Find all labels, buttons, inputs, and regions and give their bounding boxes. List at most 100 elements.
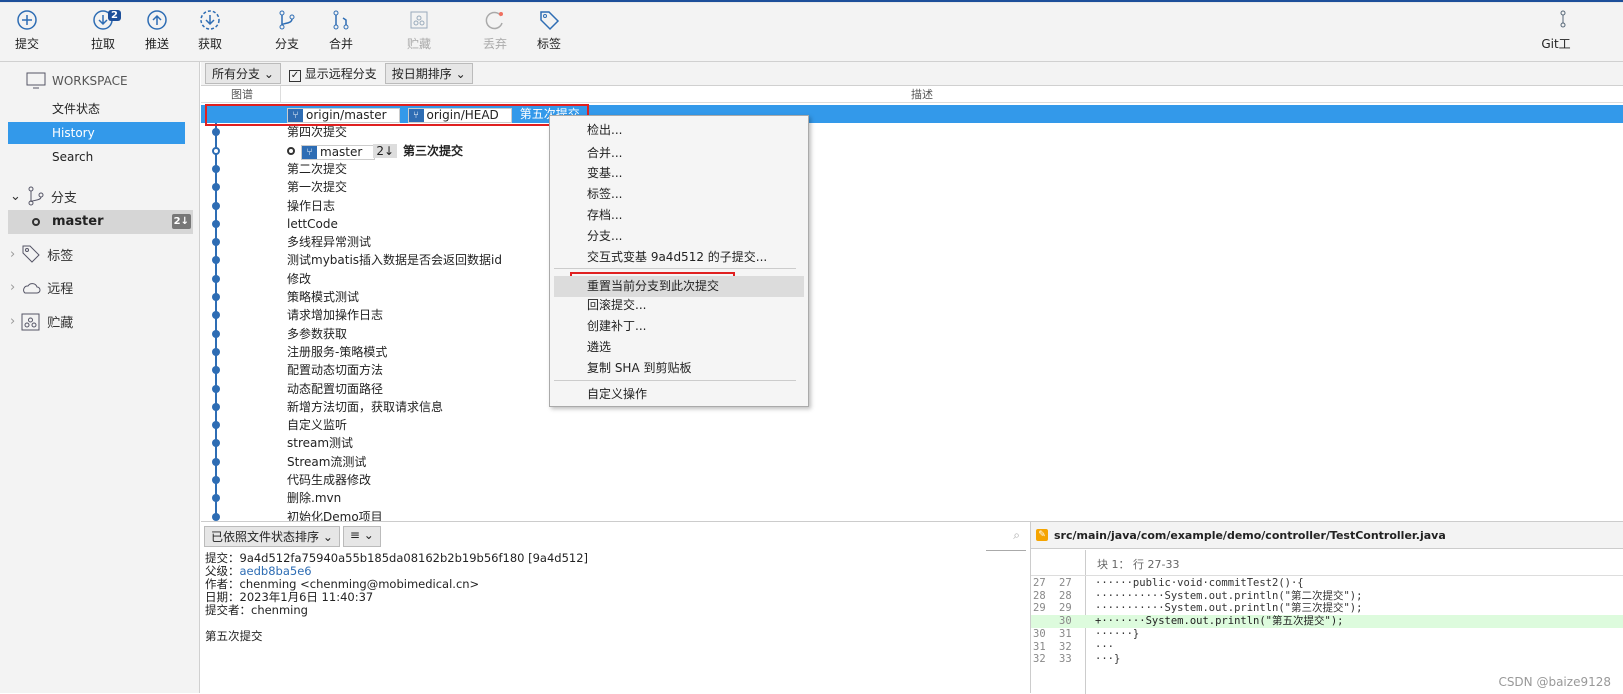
commit-row[interactable]: 自定义监听 (201, 416, 1623, 434)
branch-filter-select[interactable]: 所有分支 ⌄ (205, 63, 281, 84)
menu-item[interactable]: 检出... (587, 120, 622, 141)
menu-item[interactable]: 合并... (587, 143, 622, 164)
tags-group[interactable]: › 标签 (10, 244, 73, 264)
commit-row[interactable]: stream测试 (201, 434, 1623, 452)
tag-label: 标签 (536, 37, 561, 51)
sidebar-item-search[interactable]: Search (8, 146, 185, 168)
commit-row[interactable]: 多参数获取 (201, 325, 1623, 343)
push-button[interactable]: 推送 (132, 9, 182, 52)
menu-item[interactable]: 交互式变基 9a4d512 的子提交... (587, 247, 767, 268)
parent-link[interactable]: aedb8ba5e6 (240, 564, 312, 578)
branch-button[interactable]: 分支 (262, 9, 312, 52)
code-text: ···········System.out.println("第二次提交"); (1095, 589, 1363, 602)
commit-row[interactable]: 代码生成器修改 (201, 471, 1623, 489)
commit-sha: 9a4d512fa75940a55b185da08162b2b19b56f180… (239, 551, 589, 565)
sidebar-branch-master[interactable]: master 2↓ (8, 210, 193, 234)
commit-row[interactable]: 注册服务-策略模式 (201, 343, 1623, 361)
description-column-header[interactable]: 描述 (911, 86, 933, 102)
menu-item[interactable]: 遴选 (587, 337, 611, 358)
view-mode-select[interactable]: ≡ ⌄ (342, 526, 381, 547)
discard-button[interactable]: 丢弃 (470, 9, 520, 52)
discard-icon (485, 11, 503, 30)
workspace-label: WORKSPACE (52, 74, 128, 88)
menu-item[interactable]: 创建补丁... (587, 316, 646, 337)
branches-group[interactable]: ⌄ 分支 (10, 186, 77, 206)
commit-row[interactable]: 配置动态切面方法 (201, 361, 1623, 379)
diff-line: 30 +·······System.out.println("第五次提交"); (1031, 615, 1623, 629)
sidebar-item-file-status[interactable]: 文件状态 (8, 98, 185, 120)
stash-button[interactable]: 贮藏 (394, 9, 444, 52)
behind-badge: 2↓ (171, 214, 191, 229)
pull-button[interactable]: 2 拉取 (78, 9, 128, 52)
commit-message: 多线程异常测试 (287, 235, 372, 250)
file-sort-select[interactable]: 已依照文件状态排序 ⌄ (204, 526, 340, 547)
commit-row[interactable]: 第一次提交 (201, 178, 1623, 196)
show-remote-checkbox[interactable]: ✓ 显示远程分支 (288, 65, 377, 82)
stashes-group[interactable]: › 贮藏 (10, 312, 73, 331)
diff-line: 28 28 ···········System.out.println("第二次提交… (1031, 590, 1623, 603)
sidebar: WORKSPACE 文件状态 History Search ⌄ 分支 master… (0, 62, 200, 693)
commit-row[interactable]: 请求增加操作日志 (201, 306, 1623, 324)
head-circle-icon (287, 146, 295, 155)
menu-item[interactable]: 自定义操作 (587, 384, 647, 405)
menu-item[interactable]: 标签... (587, 184, 622, 205)
commit-button[interactable]: 提交 (2, 9, 52, 52)
commit-row[interactable]: ⑂ master 2↓ 第三次提交 (201, 142, 1623, 160)
sort-select[interactable]: 按日期排序 ⌄ (384, 63, 473, 84)
branches-label: 分支 (50, 190, 77, 206)
parent-label: 父级： (205, 564, 240, 578)
code-text: ······} (1095, 627, 1140, 640)
column-header: 图谱 描述 (201, 86, 1623, 103)
menu-item[interactable]: 复制 SHA 到剪贴板 (587, 358, 691, 379)
commit-row[interactable]: 多线程异常测试 (201, 233, 1623, 251)
commit-details: 提交：9a4d512fa75940a55b185da08162b2b19b56f… (205, 552, 588, 643)
commit-row[interactable]: 修改 (201, 270, 1623, 288)
file-sort-label: 已依照文件状态排序 (211, 530, 320, 544)
search-icon[interactable]: ⌕ (1013, 528, 1020, 543)
commit-row[interactable]: 策略模式测试 (201, 288, 1623, 306)
ref-name: master (320, 144, 363, 159)
commit-row[interactable]: 动态配置切面路径 (201, 380, 1623, 398)
branch-icon (28, 186, 44, 206)
code-text: ···} (1095, 653, 1121, 666)
graph-column-header[interactable]: 图谱 (231, 86, 253, 102)
commit-row[interactable]: lettCode (201, 215, 1623, 233)
new-line-number: 31 (1059, 627, 1072, 640)
branch-icon: ⑂ (302, 145, 317, 159)
commit-row[interactable]: 测试mybatis插入数据是否会返回数据id (201, 251, 1623, 269)
code-text: +·······System.out.println("第五次提交"); (1095, 615, 1344, 628)
stash-icon (410, 11, 428, 29)
file-modified-icon: ✎ (1036, 529, 1048, 541)
merge-button[interactable]: 合并 (316, 9, 366, 52)
highlight-box (205, 104, 589, 126)
commit-row[interactable]: 新增方法切面，获取请求信息 (201, 398, 1623, 416)
remotes-group[interactable]: › 远程 (10, 278, 73, 297)
new-line-number: 27 (1059, 577, 1072, 589)
commit-row[interactable]: 操作日志 (201, 197, 1623, 215)
fetch-button[interactable]: 获取 (185, 9, 235, 52)
diff-line: 29 29 ···········System.out.println("第三次提交… (1031, 602, 1623, 615)
arrow-up-circle-icon (147, 10, 167, 30)
menu-item[interactable]: 重置当前分支到此次提交 (554, 276, 804, 297)
gitflow-button[interactable]: Git工 (1536, 9, 1576, 52)
toolbar: 提交 2 拉取 推送 获取 分支 合并 贮藏 丢弃 标签 Git工 (0, 3, 1623, 62)
commit-message: 注册服务-策略模式 (287, 344, 388, 359)
menu-item[interactable]: 存档... (587, 205, 622, 226)
branch-icon (279, 10, 295, 30)
commit-row[interactable]: 删除.mvn (201, 489, 1623, 507)
new-line-number: 33 (1059, 653, 1072, 666)
tag-button[interactable]: 标签 (524, 9, 574, 52)
sidebar-item-history[interactable]: History (8, 122, 185, 144)
commit-message: 操作日志 (287, 198, 336, 213)
commit-row[interactable]: Stream流测试 (201, 453, 1623, 471)
tags-label: 标签 (47, 248, 74, 264)
commit-row[interactable]: 第二次提交 (201, 160, 1623, 178)
menu-item[interactable]: 变基... (587, 163, 622, 184)
ref-label[interactable]: ⑂ master (301, 144, 376, 160)
sort-label: 按日期排序 (391, 67, 452, 81)
diff-line: 30 31 ······} (1031, 628, 1623, 641)
menu-item[interactable]: 分支... (587, 226, 622, 247)
splitter-handle[interactable] (986, 550, 1026, 551)
branch-label: 分支 (274, 37, 299, 51)
menu-item[interactable]: 回滚提交... (587, 295, 646, 316)
